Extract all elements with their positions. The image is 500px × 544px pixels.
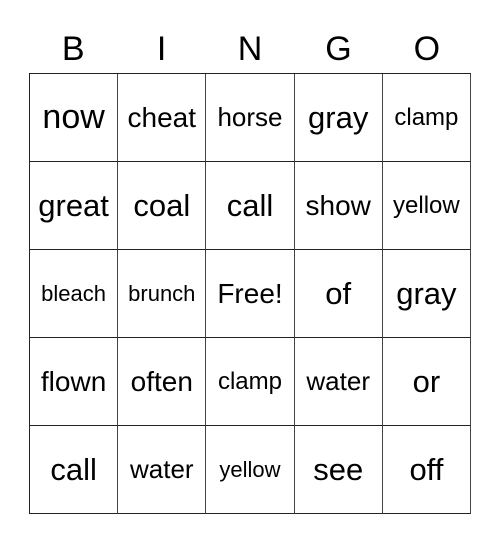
bingo-cell[interactable]: water — [294, 338, 383, 426]
bingo-card-grid: now cheat horse gray clamp great coal ca… — [29, 73, 471, 514]
bingo-cell[interactable]: great — [30, 162, 119, 250]
bingo-cell[interactable]: yellow — [382, 162, 471, 250]
bingo-cell[interactable]: now — [30, 74, 119, 162]
bingo-cell[interactable]: flown — [30, 338, 119, 426]
header-letter-b: B — [61, 30, 85, 68]
bingo-cell[interactable]: coal — [118, 162, 207, 250]
bingo-cell[interactable]: or — [382, 338, 471, 426]
bingo-cell[interactable]: clamp — [382, 74, 471, 162]
bingo-cell[interactable]: water — [118, 426, 207, 514]
bingo-cell[interactable]: gray — [382, 250, 471, 338]
bingo-header: B I N G O — [29, 28, 471, 70]
bingo-cell[interactable]: horse — [206, 74, 295, 162]
header-letter-i: I — [156, 30, 167, 68]
bingo-cell[interactable]: brunch — [118, 250, 207, 338]
free-space-cell[interactable]: Free! — [206, 250, 295, 338]
bingo-cell[interactable]: show — [294, 162, 383, 250]
bingo-cell[interactable]: often — [118, 338, 207, 426]
header-letter-n: N — [237, 30, 263, 68]
bingo-cell[interactable]: bleach — [30, 250, 119, 338]
header-letter-g: G — [325, 30, 352, 68]
bingo-cell[interactable]: of — [294, 250, 383, 338]
bingo-cell[interactable]: clamp — [206, 338, 295, 426]
bingo-cell[interactable]: yellow — [206, 426, 295, 514]
bingo-cell[interactable]: see — [294, 426, 383, 514]
bingo-cell[interactable]: call — [206, 162, 295, 250]
bingo-cell[interactable]: off — [382, 426, 471, 514]
bingo-cell[interactable]: call — [30, 426, 119, 514]
header-letter-o: O — [413, 30, 441, 68]
bingo-cell[interactable]: cheat — [118, 74, 207, 162]
bingo-cell[interactable]: gray — [294, 74, 383, 162]
